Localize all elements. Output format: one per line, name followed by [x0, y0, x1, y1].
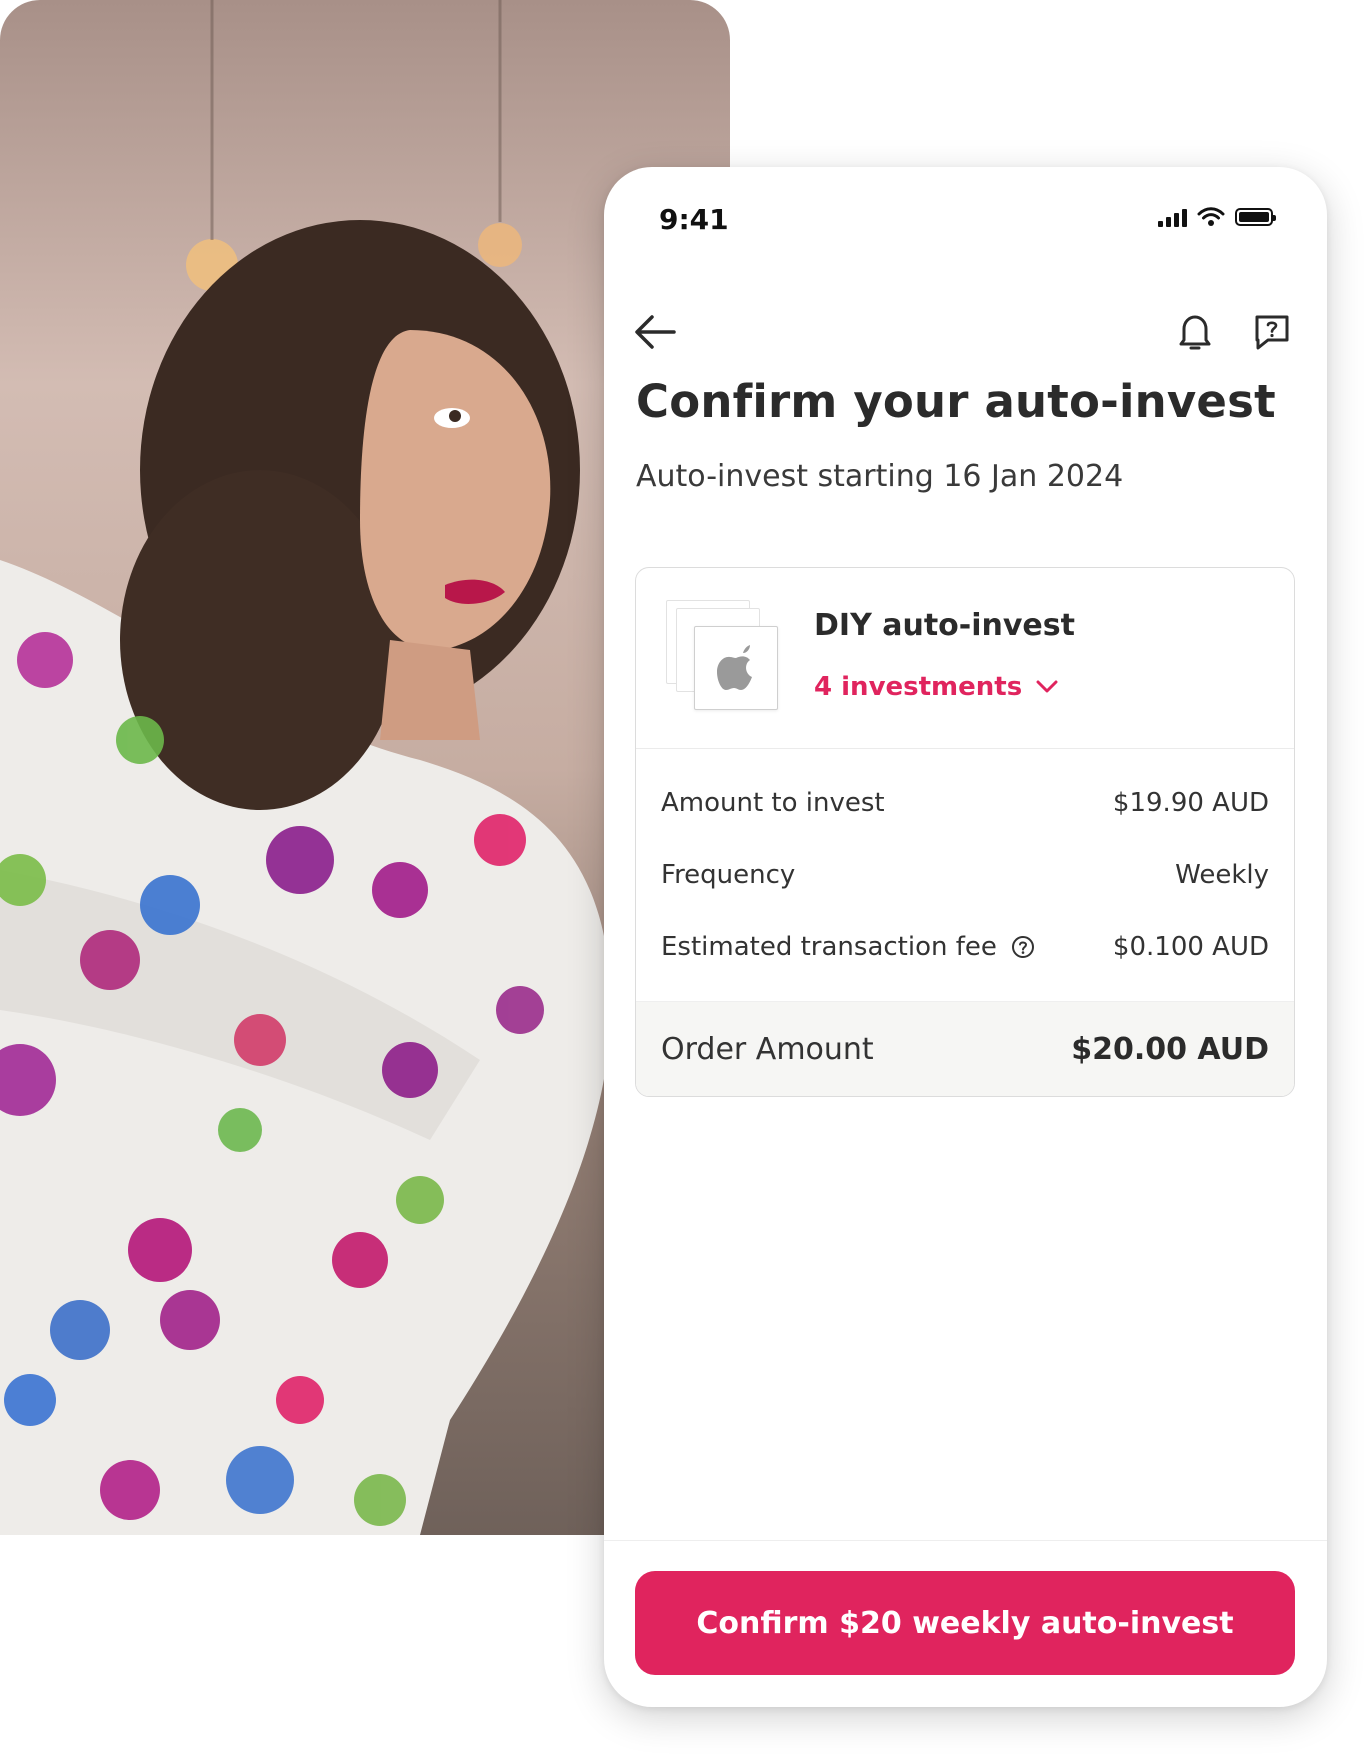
info-circle-icon: [1011, 936, 1034, 958]
notifications-button[interactable]: [1173, 302, 1217, 362]
back-button[interactable]: [634, 302, 684, 362]
investments-toggle[interactable]: 4 investments: [814, 672, 1058, 702]
investments-label: 4 investments: [814, 672, 1023, 702]
summary-rows: Amount to invest $19.90 AUD Frequency We…: [636, 749, 1294, 983]
summary-row-fee: Estimated transaction fee $0.100 AUD: [661, 911, 1269, 983]
row-value: $0.100 AUD: [1112, 932, 1269, 962]
cellular-signal-icon: [1158, 207, 1187, 227]
phone-screen: 9:41 Confirm your auto-invest Auto-inves…: [604, 167, 1327, 1707]
row-label: Frequency: [661, 860, 796, 890]
card-title: DIY auto-invest: [814, 608, 1075, 643]
summary-row-amount: Amount to invest $19.90 AUD: [661, 767, 1269, 839]
battery-icon: [1235, 208, 1276, 226]
order-amount-row: Order Amount $20.00 AUD: [636, 1001, 1294, 1096]
arrow-left-icon: [635, 315, 676, 349]
row-label: Estimated transaction fee: [661, 932, 997, 962]
summary-row-frequency: Frequency Weekly: [661, 839, 1269, 911]
row-label: Amount to invest: [661, 788, 885, 818]
page-title: Confirm your auto-invest: [636, 375, 1276, 428]
info-button[interactable]: [1011, 935, 1035, 959]
investment-logo-stack: [666, 600, 786, 720]
row-value: Weekly: [1175, 860, 1269, 890]
order-amount-value: $20.00 AUD: [1071, 1031, 1269, 1067]
page-subtitle: Auto-invest starting 16 Jan 2024: [636, 459, 1124, 494]
footer-divider: [604, 1540, 1327, 1541]
chevron-down-icon: [1036, 680, 1058, 693]
help-chat-icon: [1255, 315, 1289, 350]
top-nav: [634, 302, 1297, 362]
help-button[interactable]: [1247, 302, 1297, 362]
bell-icon: [1179, 315, 1211, 350]
card-header: DIY auto-invest 4 investments: [636, 568, 1294, 749]
order-summary-card: DIY auto-invest 4 investments Amount to …: [635, 567, 1295, 1097]
status-icons: [1158, 207, 1276, 227]
apple-logo-icon: [717, 645, 752, 690]
confirm-auto-invest-button[interactable]: Confirm $20 weekly auto-invest: [635, 1571, 1295, 1675]
row-label-group: Estimated transaction fee: [661, 932, 1035, 962]
order-amount-label: Order Amount: [661, 1031, 874, 1067]
wifi-icon: [1197, 207, 1225, 226]
status-time: 9:41: [659, 203, 729, 236]
row-value: $19.90 AUD: [1112, 788, 1269, 818]
